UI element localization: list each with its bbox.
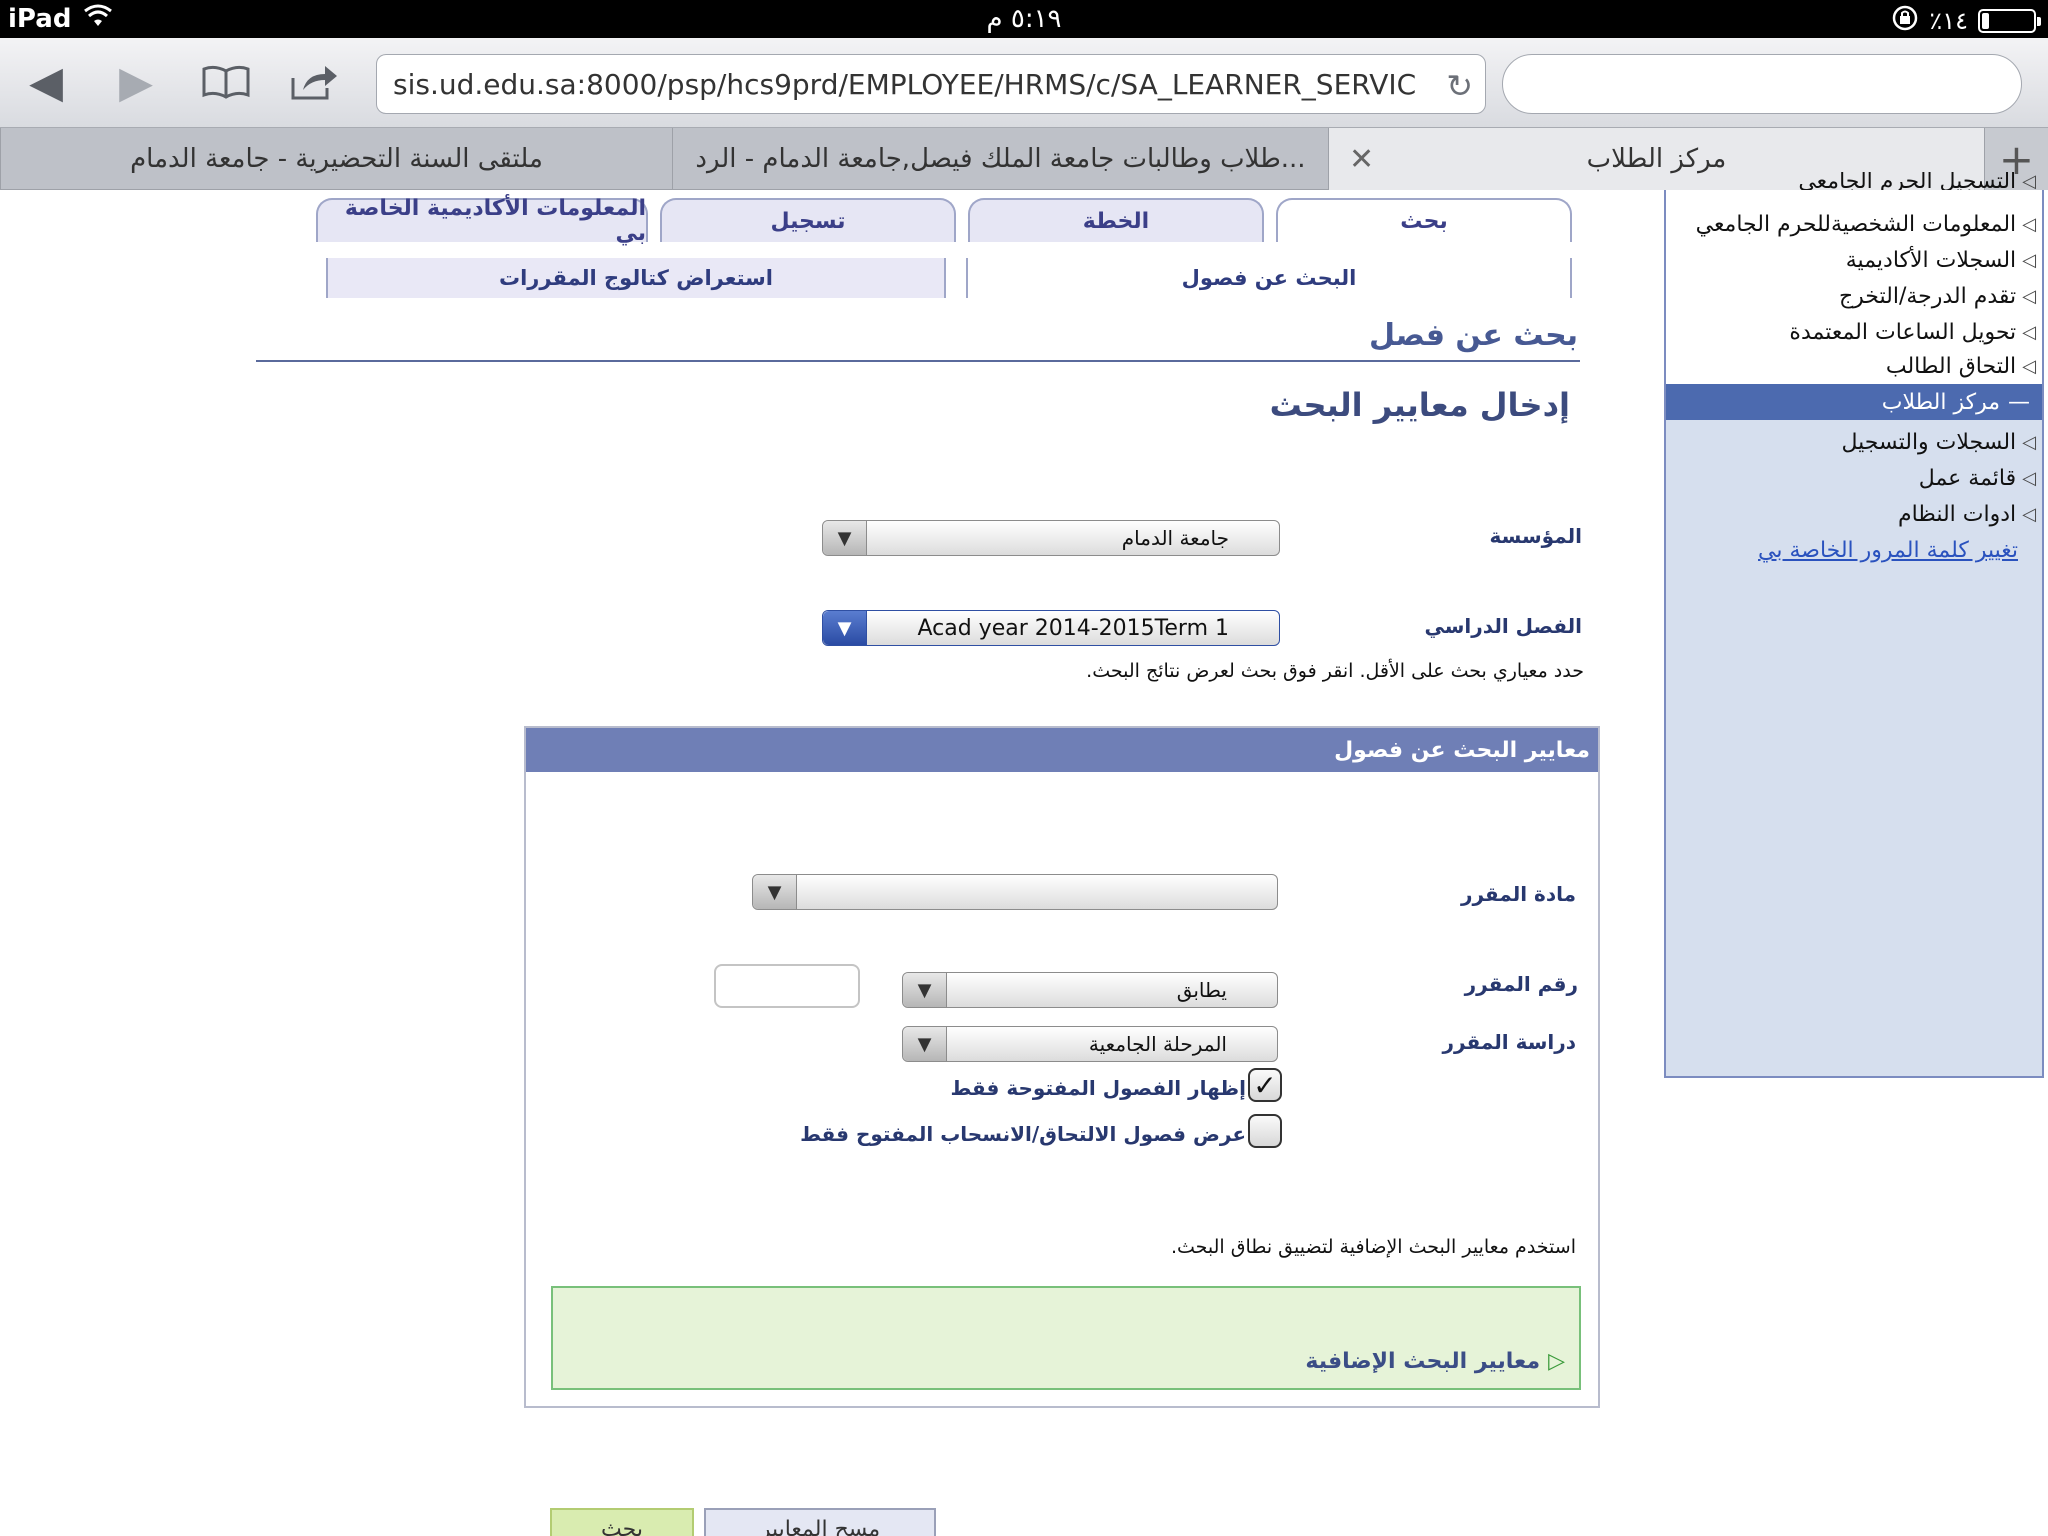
reload-icon[interactable]: ↻ (1446, 67, 1473, 105)
term-label: الفصل الدراسي (1424, 614, 1582, 638)
additional-criteria-hint: استخدم معايير البحث الإضافية لتضييق نطاق… (1170, 1236, 1576, 1258)
browser-tab-3[interactable]: ملتقى السنة التحضيرية - جامعة الدمام (0, 128, 672, 190)
triangle-right-icon: ▷ (1548, 1349, 1565, 1374)
term-select[interactable]: ▼ Acad year 2014-2015Term 1 (822, 610, 1280, 646)
browser-tab-bar: ملتقى السنة التحضيرية - جامعة الدمام طلا… (0, 128, 2048, 190)
course-career-value: المرحلة الجامعية (1088, 1032, 1227, 1056)
triangle-left-icon: ◁ (2022, 213, 2036, 235)
criteria-header: معايير البحث عن فصول (526, 728, 1598, 772)
course-number-input[interactable] (714, 964, 860, 1008)
institution-value: جامعة الدمام (1121, 526, 1229, 550)
nav-item-degree-progress[interactable]: ◁ تقدم الدرجة/التخرج (1839, 278, 2036, 314)
tab-class-search[interactable]: البحث عن فصول (966, 258, 1572, 298)
section-title: إدخال معايير البحث (1269, 386, 1570, 424)
nav-item-academic-records[interactable]: ◁ السجلات الأكاديمية (1846, 242, 2036, 278)
search-button[interactable]: بحث (550, 1508, 694, 1536)
open-only-checkbox[interactable]: ✓ (1248, 1068, 1282, 1102)
bookmarks-icon[interactable] (198, 54, 254, 110)
tab-my-academics[interactable]: المعلومات الأكاديمية الخاصة بي (316, 196, 648, 246)
triangle-left-icon: ◁ (2022, 431, 2036, 453)
share-icon[interactable] (286, 54, 342, 110)
rotation-lock-icon (1891, 4, 1919, 38)
open-only-label: إظهار الفصول المفتوحة فقط (950, 1076, 1247, 1100)
browser-tab-label: مركز الطلاب (1586, 144, 1727, 174)
side-nav: ◁ التسجيل الحرم الجامعي ◁ المعلومات الشخ… (1664, 172, 2044, 1078)
additional-criteria-label: معايير البحث الإضافية (1305, 1349, 1541, 1374)
nav-item-label: السجلات الأكاديمية (1845, 247, 2017, 273)
status-bar: iPad ٥:١٩ م ٪١٤ (0, 0, 2048, 38)
course-career-label: دراسة المقرر (1442, 1030, 1576, 1054)
course-number-operator-value: يطابق (1176, 978, 1227, 1002)
nav-item-label: ادوات النظام (1897, 501, 2017, 527)
course-number-operator-select[interactable]: ▼ يطابق (902, 972, 1278, 1008)
subject-select[interactable]: ▼ (752, 874, 1278, 910)
nav-item-label: السجلات والتسجيل (1841, 429, 2017, 455)
browser-tab-label: طلاب وطالبات جامعة الملك فيصل,جامعة الدم… (695, 144, 1306, 174)
title-divider (256, 360, 1580, 362)
nav-item-credit-transfer[interactable]: ◁ تحويل الساعات المعتمدة (1789, 314, 2036, 350)
search-input[interactable] (1502, 54, 2022, 114)
triangle-left-icon: ◁ (2022, 503, 2036, 525)
subject-label: مادة المقرر (1460, 882, 1576, 906)
check-icon: ✓ (1253, 1068, 1277, 1102)
nav-item-partial[interactable]: ◁ التسجيل الحرم الجامعي (1798, 172, 2036, 190)
institution-label: المؤسسة (1489, 524, 1582, 548)
url-text: sis.ud.edu.sa:8000/psp/hcs9prd/EMPLOYEE/… (393, 67, 1417, 101)
nav-item-enrollment[interactable]: ◁ التحاق الطالب (1886, 348, 2036, 384)
close-icon[interactable]: ✕ (1349, 142, 1374, 177)
chevron-down-icon: ▼ (823, 611, 867, 645)
course-career-select[interactable]: ▼ المرحلة الجامعية (902, 1026, 1278, 1062)
search-hint: حدد معياري بحث على الأقل. انقر فوق بحث ل… (1086, 660, 1584, 682)
status-time: ٥:١٩ م (986, 4, 1062, 34)
forward-arrow-icon[interactable]: ▶ (108, 54, 164, 110)
tab-search[interactable]: بحث (1276, 198, 1572, 242)
clear-criteria-button[interactable]: مسح المعايير (704, 1508, 936, 1536)
minus-icon: — (2008, 389, 2030, 415)
triangle-left-icon: ◁ (2022, 467, 2036, 489)
app-tab-strip: بحث الخطة تسجيل المعلومات الأكاديمية الخ… (316, 196, 1572, 246)
change-password-link[interactable]: تغيير كلمة المرور الخاصة بي (1758, 538, 2018, 563)
open-enrollment-label: عرض فصول الالتحاق/الانسحاب المفتوح فقط (800, 1122, 1246, 1146)
course-number-label: رقم المقرر (1464, 972, 1578, 996)
nav-item-label: التسجيل الحرم الجامعي (1798, 172, 2017, 190)
chevron-down-icon: ▼ (903, 1027, 947, 1061)
nav-item-worklist[interactable]: ◁ قائمة عمل (1919, 460, 2036, 496)
browser-tab-2[interactable]: طلاب وطالبات جامعة الملك فيصل,جامعة الدم… (672, 128, 1328, 190)
nav-item-personal-info[interactable]: ◁ المعلومات الشخصيةللحرم الجامعي (1696, 206, 2036, 242)
nav-item-label: قائمة عمل (1918, 465, 2017, 491)
page-title: بحث عن فصل (1368, 318, 1578, 353)
triangle-left-icon: ◁ (2022, 285, 2036, 307)
battery-icon (1978, 9, 2041, 33)
institution-select[interactable]: ▼ جامعة الدمام (822, 520, 1280, 556)
nav-item-label: تقدم الدرجة/التخرج (1838, 283, 2017, 309)
nav-item-label: المعلومات الشخصيةللحرم الجامعي (1695, 211, 2017, 237)
browser-tab-label: ملتقى السنة التحضيرية - جامعة الدمام (130, 144, 543, 174)
back-arrow-icon[interactable]: ◀ (18, 54, 74, 110)
triangle-left-icon: ◁ (2022, 321, 2036, 343)
triangle-left-icon: ◁ (2022, 355, 2036, 377)
nav-item-label: التحاق الطالب (1885, 353, 2017, 379)
chevron-down-icon: ▼ (823, 521, 867, 555)
chevron-down-icon: ▼ (903, 973, 947, 1007)
nav-item-system-tools[interactable]: ◁ ادوات النظام (1898, 496, 2036, 532)
tab-enroll[interactable]: تسجيل (660, 198, 956, 242)
browser-toolbar: ◀ ▶ sis.ud.edu.sa:8000/psp/hcs9prd/EMPLO… (0, 38, 2048, 128)
additional-criteria-box: ▷ معايير البحث الإضافية (551, 1286, 1581, 1390)
tab-plan[interactable]: الخطة (968, 198, 1264, 242)
page-content: ◁ التسجيل الحرم الجامعي ◁ المعلومات الشخ… (0, 172, 2048, 1536)
nav-item-label: مركز الطلاب (1881, 389, 2000, 415)
sub-tab-strip: البحث عن فصول استعراض كتالوج المقررات (316, 258, 1572, 298)
triangle-left-icon: ◁ (2022, 172, 2036, 190)
battery-percent: ٪١٤ (1929, 7, 1968, 35)
term-value: Acad year 2014-2015Term 1 (917, 615, 1229, 641)
additional-criteria-link[interactable]: ▷ معايير البحث الإضافية (1305, 1349, 1565, 1374)
nav-item-student-center[interactable]: — مركز الطلاب (1666, 384, 2042, 420)
chevron-down-icon: ▼ (753, 875, 797, 909)
tab-browse-catalog[interactable]: استعراض كتالوج المقررات (326, 258, 946, 298)
url-bar[interactable]: sis.ud.edu.sa:8000/psp/hcs9prd/EMPLOYEE/… (376, 54, 1486, 114)
triangle-left-icon: ◁ (2022, 249, 2036, 271)
open-enrollment-checkbox[interactable] (1248, 1114, 1282, 1148)
nav-item-records-registration[interactable]: ◁ السجلات والتسجيل (1841, 424, 2036, 460)
nav-item-label: تحويل الساعات المعتمدة (1789, 319, 2017, 345)
